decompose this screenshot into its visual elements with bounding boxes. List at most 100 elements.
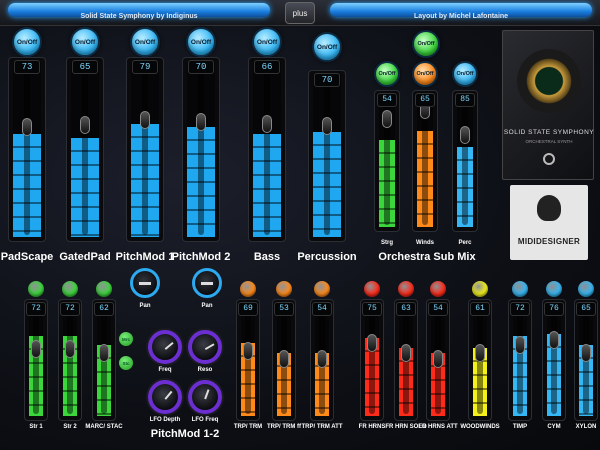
- staccato-button[interactable]: Stc: [119, 356, 133, 370]
- plus-button[interactable]: plus: [285, 2, 315, 24]
- channel-toggle-button[interactable]: [546, 281, 562, 297]
- channel-fader-3[interactable]: [126, 57, 164, 242]
- slider-thumb[interactable]: [382, 109, 392, 128]
- left-title: Solid State Symphony by Indiginus: [80, 13, 198, 20]
- product-box-image: SOLID STATE SYMPHONY ORCHESTRAL SYNTH: [502, 30, 594, 180]
- submix-fader-2[interactable]: [412, 90, 438, 232]
- on-off-button[interactable]: On/Off: [312, 32, 342, 62]
- slider-groove: [33, 306, 39, 414]
- slider-groove: [517, 306, 523, 414]
- slider-thumb[interactable]: [401, 343, 411, 362]
- on-off-button[interactable]: On/Off: [70, 27, 100, 57]
- on-off-button[interactable]: On/Off: [452, 61, 478, 87]
- channel-toggle-button[interactable]: [62, 281, 78, 297]
- slider-thumb[interactable]: [196, 113, 206, 132]
- value-display: 73: [14, 60, 40, 74]
- slider-groove: [82, 64, 88, 235]
- channel-label: PadScape: [0, 251, 54, 263]
- value-display: 72: [26, 302, 46, 316]
- lfo-depth-knob[interactable]: [148, 380, 182, 414]
- slider-thumb[interactable]: [243, 341, 253, 360]
- channel-fader-5[interactable]: [248, 57, 286, 242]
- lfo-freq-knob[interactable]: [188, 380, 222, 414]
- slider-thumb[interactable]: [31, 339, 41, 358]
- orchestra-sub-mix-title: Orchestra Sub Mix: [378, 251, 476, 263]
- channel-toggle-button[interactable]: [364, 281, 380, 297]
- slider-thumb[interactable]: [515, 336, 525, 355]
- submix-fader-3[interactable]: [452, 90, 478, 232]
- freq-knob[interactable]: [148, 330, 182, 364]
- bottom-fader-5[interactable]: [272, 299, 296, 421]
- on-off-button[interactable]: On/Off: [12, 27, 42, 57]
- bottom-fader-10[interactable]: [468, 299, 492, 421]
- slider-groove: [67, 306, 73, 414]
- channel-toggle-button[interactable]: [240, 281, 256, 297]
- bottom-fader-2[interactable]: [58, 299, 82, 421]
- slider-thumb[interactable]: [317, 349, 327, 368]
- slider-groove: [245, 306, 251, 414]
- channel-toggle-button[interactable]: [512, 281, 528, 297]
- freq-label: Freq: [158, 367, 172, 373]
- slider-thumb[interactable]: [460, 125, 470, 144]
- bottom-fader-7[interactable]: [360, 299, 384, 421]
- value-display: 63: [396, 302, 416, 316]
- pan-knob-1[interactable]: [130, 268, 160, 298]
- channel-fader-2[interactable]: [66, 57, 104, 242]
- bottom-fader-3[interactable]: [92, 299, 116, 421]
- value-display: 79: [132, 60, 158, 74]
- bottom-fader-1[interactable]: [24, 299, 48, 421]
- submix-fader-1[interactable]: [374, 90, 400, 232]
- channel-toggle-button[interactable]: [28, 281, 44, 297]
- channel-fader-4[interactable]: [182, 57, 220, 242]
- marcato-button[interactable]: Mrc: [119, 332, 133, 346]
- value-display: 61: [470, 302, 490, 316]
- slider-thumb[interactable]: [279, 349, 289, 368]
- channel-fader-1[interactable]: [8, 57, 46, 242]
- bottom-fader-4[interactable]: [236, 299, 260, 421]
- value-display: 54: [312, 302, 332, 316]
- on-off-button[interactable]: On/Off: [412, 30, 440, 58]
- bottom-fader-13[interactable]: [574, 299, 598, 421]
- bottom-fader-12[interactable]: [542, 299, 566, 421]
- bottom-fader-9[interactable]: [426, 299, 450, 421]
- slider-thumb[interactable]: [262, 114, 272, 133]
- slider-thumb[interactable]: [581, 343, 591, 362]
- slider-thumb[interactable]: [367, 334, 377, 353]
- slider-thumb[interactable]: [99, 343, 109, 362]
- channel-toggle-button[interactable]: [276, 281, 292, 297]
- on-off-button[interactable]: On/Off: [186, 27, 216, 57]
- slider-thumb[interactable]: [433, 349, 443, 368]
- on-off-button[interactable]: On/Off: [374, 61, 400, 87]
- slider-groove: [551, 306, 557, 414]
- slider-thumb[interactable]: [22, 118, 32, 137]
- slider-thumb[interactable]: [475, 343, 485, 362]
- value-display: 76: [544, 302, 564, 316]
- slider-groove: [369, 306, 375, 414]
- channel-toggle-button[interactable]: [314, 281, 330, 297]
- channel-toggle-button[interactable]: [578, 281, 594, 297]
- channel-toggle-button[interactable]: [398, 281, 414, 297]
- right-title: Layout by Michel Lafontaine: [413, 13, 509, 20]
- pan-knob-2[interactable]: [192, 268, 222, 298]
- bottom-fader-11[interactable]: [508, 299, 532, 421]
- on-off-button[interactable]: On/Off: [252, 27, 282, 57]
- bottom-channel-label: XYLON: [575, 424, 597, 430]
- slider-thumb[interactable]: [549, 331, 559, 350]
- on-off-button[interactable]: On/Off: [412, 61, 438, 87]
- value-display: 70: [188, 60, 214, 74]
- channel-label: Bass: [253, 251, 281, 263]
- reso-knob[interactable]: [188, 330, 222, 364]
- slider-thumb[interactable]: [322, 117, 332, 136]
- bottom-fader-6[interactable]: [310, 299, 334, 421]
- slider-thumb[interactable]: [80, 116, 90, 135]
- channel-fader-6[interactable]: [308, 70, 346, 242]
- channel-toggle-button[interactable]: [472, 281, 488, 297]
- pan-label-1: Pan: [139, 303, 151, 309]
- slider-thumb[interactable]: [65, 339, 75, 358]
- channel-toggle-button[interactable]: [430, 281, 446, 297]
- slider-thumb[interactable]: [140, 111, 150, 130]
- bottom-fader-8[interactable]: [394, 299, 418, 421]
- channel-toggle-button[interactable]: [96, 281, 112, 297]
- mididesigner-head-icon: [537, 195, 561, 221]
- on-off-button[interactable]: On/Off: [130, 27, 160, 57]
